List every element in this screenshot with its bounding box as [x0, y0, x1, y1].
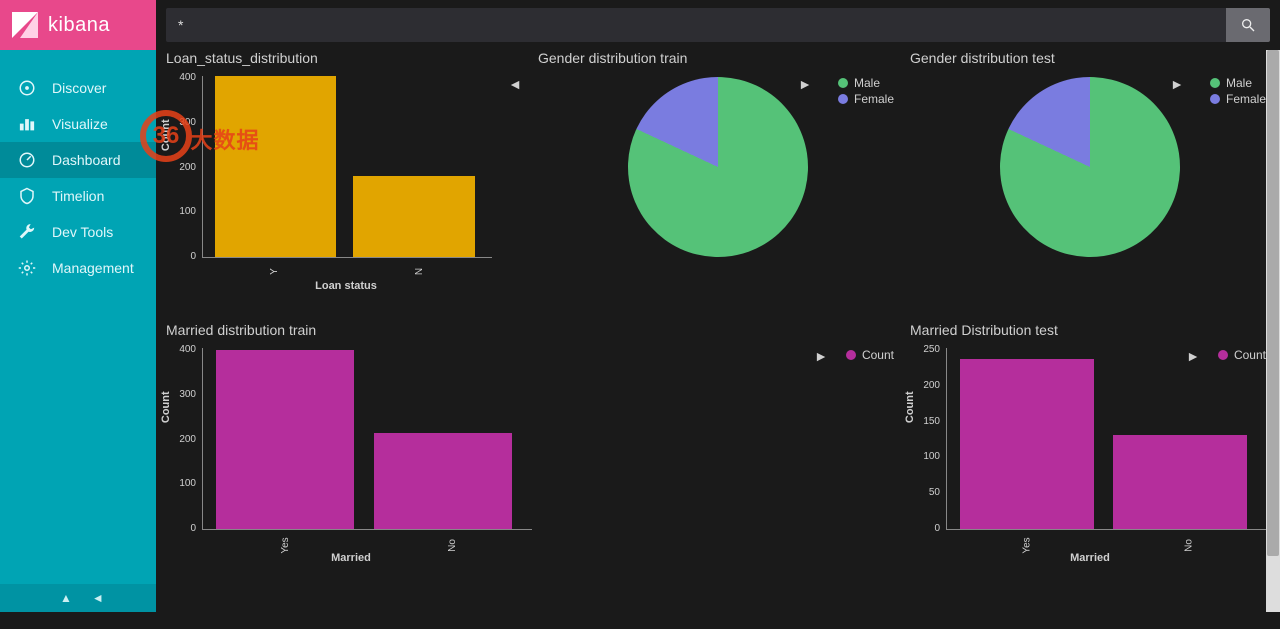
- gauge-icon: [18, 151, 36, 169]
- sidebar-item-label: Dashboard: [52, 152, 121, 168]
- chart-married-test: Count 250200150100500 Yes No: [910, 344, 1270, 534]
- chevron-up-icon[interactable]: ▲: [60, 591, 72, 605]
- search-button[interactable]: [1226, 8, 1270, 42]
- bar[interactable]: [374, 433, 512, 529]
- panel-married-train: Married distribution train ► Count Count…: [166, 322, 898, 582]
- panel-title: Married Distribution test: [910, 322, 1270, 338]
- sidebar-item-management[interactable]: Management: [0, 250, 156, 286]
- bar-chart-icon: [18, 115, 36, 133]
- x-axis-label: Loan status: [166, 280, 526, 292]
- panel-gender-train: Gender distribution train ► Male Female: [538, 50, 898, 310]
- y-axis-label: Count: [160, 119, 172, 151]
- legend-item[interactable]: Male: [838, 76, 894, 90]
- legend: Male Female: [838, 76, 894, 108]
- panel-collapse-button[interactable]: ►: [798, 76, 812, 92]
- x-ticks: Yes No: [946, 540, 1270, 551]
- y-ticks: 4003002001000: [172, 344, 196, 534]
- x-axis-label: Married: [166, 552, 536, 564]
- legend: Male Female: [1210, 76, 1266, 108]
- shield-icon: [18, 187, 36, 205]
- sidebar-item-label: Management: [52, 260, 134, 276]
- legend-item[interactable]: Female: [838, 92, 894, 106]
- sidebar-item-label: Timelion: [52, 188, 104, 204]
- scrollbar-thumb[interactable]: [1267, 50, 1279, 556]
- plot-area: [202, 348, 532, 530]
- sidebar-item-label: Visualize: [52, 116, 108, 132]
- y-axis-label: Count: [160, 391, 172, 423]
- y-ticks: 4003002001000: [172, 72, 196, 262]
- plot-area: [946, 348, 1266, 530]
- search-input[interactable]: [166, 8, 1226, 42]
- panel-title: Married distribution train: [166, 322, 898, 338]
- sidebar-item-visualize[interactable]: Visualize: [0, 106, 156, 142]
- sidebar: kibana Discover Visualize Dashboard Time…: [0, 0, 156, 612]
- chart-married-train: Count 4003002001000 Yes No: [166, 344, 536, 534]
- legend-item[interactable]: Male: [1210, 76, 1266, 90]
- panel-title: Gender distribution train: [538, 50, 898, 66]
- topbar: [156, 0, 1280, 50]
- panel-title: Loan_status_distribution: [166, 50, 526, 66]
- plot-area: [202, 76, 492, 258]
- x-ticks: Y N: [202, 266, 492, 277]
- compass-icon: [18, 79, 36, 97]
- vertical-scrollbar[interactable]: [1266, 50, 1280, 612]
- sidebar-item-discover[interactable]: Discover: [0, 70, 156, 106]
- search-icon: [1240, 17, 1256, 33]
- main: Loan_status_distribution ◄ Count 4003002…: [156, 0, 1280, 612]
- legend: Count: [846, 348, 894, 364]
- y-axis-label: Count: [904, 391, 916, 423]
- panel-collapse-button[interactable]: ◄: [508, 76, 522, 92]
- sidebar-item-timelion[interactable]: Timelion: [0, 178, 156, 214]
- bar[interactable]: [1113, 435, 1247, 529]
- sidebar-item-devtools[interactable]: Dev Tools: [0, 214, 156, 250]
- collapse-icon[interactable]: ◄: [92, 591, 104, 605]
- sidebar-footer: ▲ ◄: [0, 584, 156, 612]
- nav-list: Discover Visualize Dashboard Timelion De…: [0, 50, 156, 286]
- panel-collapse-button[interactable]: ►: [814, 348, 828, 364]
- x-axis-label: Married: [910, 552, 1270, 564]
- panel-married-test: Married Distribution test ► Count Count …: [910, 322, 1270, 582]
- panel-gender-test: Gender distribution test ► Male Female: [910, 50, 1270, 310]
- sidebar-item-label: Dev Tools: [52, 224, 113, 240]
- kibana-logo-icon: [10, 10, 40, 40]
- panel-title: Gender distribution test: [910, 50, 1270, 66]
- sidebar-item-label: Discover: [52, 80, 106, 96]
- sidebar-item-dashboard[interactable]: Dashboard: [0, 142, 156, 178]
- dashboard-grid: Loan_status_distribution ◄ Count 4003002…: [156, 50, 1280, 612]
- logo-text: kibana: [48, 14, 110, 37]
- chart-loan-status: Count 4003002001000 Y N: [166, 72, 496, 262]
- panel-loan-status: Loan_status_distribution ◄ Count 4003002…: [166, 50, 526, 310]
- gear-icon: [18, 259, 36, 277]
- legend-item[interactable]: Female: [1210, 92, 1266, 106]
- wrench-icon: [18, 223, 36, 241]
- panel-collapse-button[interactable]: ►: [1170, 76, 1184, 92]
- y-ticks: 250200150100500: [916, 344, 940, 534]
- legend-item[interactable]: Count: [846, 348, 894, 362]
- logo-area[interactable]: kibana: [0, 0, 156, 50]
- app-root: kibana Discover Visualize Dashboard Time…: [0, 0, 1280, 612]
- x-ticks: Yes No: [202, 540, 536, 551]
